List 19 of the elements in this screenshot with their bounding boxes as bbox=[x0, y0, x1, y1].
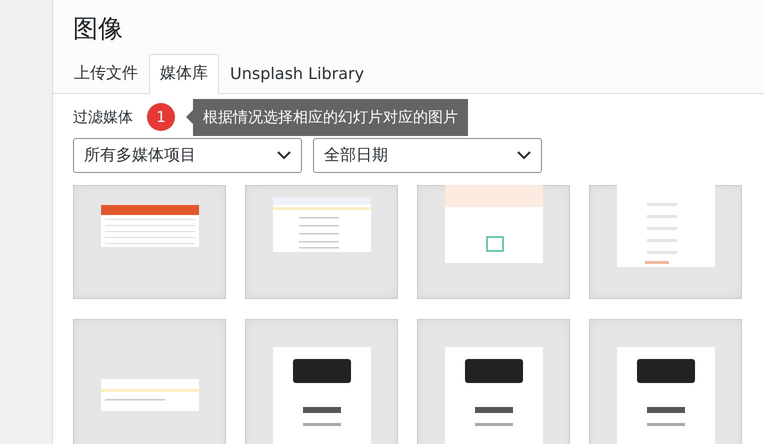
tab[interactable]: 上传文件 bbox=[73, 54, 149, 94]
media-tile[interactable] bbox=[245, 319, 398, 444]
step-badge: 1 bbox=[147, 103, 175, 131]
media-tile[interactable] bbox=[589, 185, 742, 299]
chevron-down-icon bbox=[517, 151, 531, 160]
tab[interactable]: Unsplash Library bbox=[219, 54, 376, 94]
media-tile[interactable] bbox=[417, 185, 570, 299]
media-tile[interactable] bbox=[417, 319, 570, 444]
type-select[interactable]: 所有多媒体项目 bbox=[73, 138, 302, 173]
media-tile[interactable] bbox=[73, 185, 226, 299]
media-tile[interactable] bbox=[589, 319, 742, 444]
filter-label: 过滤媒体 bbox=[73, 108, 133, 126]
media-tile[interactable] bbox=[73, 319, 226, 444]
dialog-title: 图像 bbox=[73, 13, 124, 45]
chevron-down-icon bbox=[277, 151, 291, 160]
tab[interactable]: 媒体库 bbox=[149, 54, 219, 94]
tooltip: 根据情况选择相应的幻灯片对应的图片 bbox=[186, 98, 468, 136]
date-select[interactable]: 全部日期 bbox=[313, 138, 542, 173]
media-tile[interactable] bbox=[245, 185, 398, 299]
